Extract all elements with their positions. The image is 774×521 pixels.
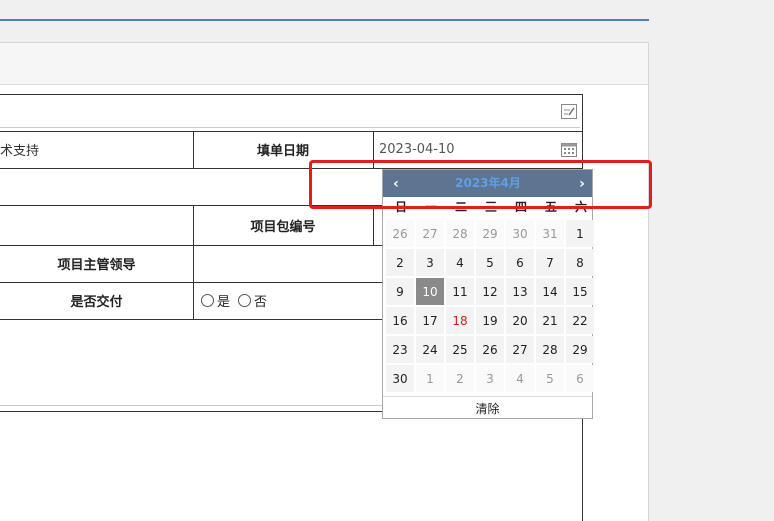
delivered-label: 是否交付 [70,295,123,310]
calendar-day[interactable]: 24 [416,336,444,363]
calendar-day[interactable]: 9 [386,278,414,305]
radio-no-label: 否 [254,295,268,310]
calendar-day[interactable]: 1 [566,220,594,247]
calendar-day[interactable]: 5 [536,365,564,392]
col-divider [373,205,374,245]
radio-yes-label: 是 [217,295,231,310]
clear-date-button[interactable]: 清除 [383,396,592,419]
leader-label: 项目主管领导 [57,258,136,273]
calendar-day[interactable]: 21 [536,307,564,334]
calendar-day[interactable]: 29 [476,220,504,247]
calendar-day-selected[interactable]: 10 [416,278,444,305]
top-accent-line [0,19,649,21]
highlight-annotation-box [309,160,652,209]
calendar-day[interactable]: 5 [476,249,504,276]
calendar-day[interactable]: 20 [506,307,534,334]
calendar-day[interactable]: 30 [506,220,534,247]
calendar-day[interactable]: 27 [506,336,534,363]
calendar-day[interactable]: 4 [446,249,474,276]
calendar-day[interactable]: 4 [506,365,534,392]
calendar-day[interactable]: 13 [506,278,534,305]
package-no-label: 项目包编号 [250,219,316,235]
radio-yes-option[interactable]: 是 [201,291,230,310]
calendar-day[interactable]: 6 [566,365,594,392]
panel-header [0,43,648,85]
calendar-day[interactable]: 8 [566,249,594,276]
calendar-day[interactable]: 26 [386,220,414,247]
calendar-day[interactable]: 18 [446,307,474,334]
calendar-day[interactable]: 6 [506,249,534,276]
support-type-value: 术支持 [0,144,40,159]
radio-yes-circle[interactable] [201,294,214,307]
calendar-day[interactable]: 16 [386,307,414,334]
calendar-day[interactable]: 23 [386,336,414,363]
calendar-day[interactable]: 22 [566,307,594,334]
calendar-day[interactable]: 26 [476,336,504,363]
calendar-day[interactable]: 15 [566,278,594,305]
calendar-day[interactable]: 3 [416,249,444,276]
calendar-day[interactable]: 7 [536,249,564,276]
calendar-day[interactable]: 25 [446,336,474,363]
calendar-icon[interactable] [561,142,577,157]
calendar-day[interactable]: 19 [476,307,504,334]
row-divider [0,127,580,128]
calendar-day[interactable]: 28 [446,220,474,247]
calendar-day[interactable]: 28 [536,336,564,363]
calendar-day[interactable]: 1 [416,365,444,392]
radio-no-option[interactable]: 否 [238,291,267,310]
calendar-day[interactable]: 14 [536,278,564,305]
calendar-day[interactable]: 27 [416,220,444,247]
calendar-day[interactable]: 2 [386,249,414,276]
calendar-day[interactable]: 12 [476,278,504,305]
calendar-day[interactable]: 31 [536,220,564,247]
row-divider [0,319,383,320]
delivered-radio-group: 是 否 [193,282,373,319]
calendar-day[interactable]: 30 [386,365,414,392]
calendar-day[interactable]: 3 [476,365,504,392]
calendar-day[interactable]: 17 [416,307,444,334]
note-edit-icon[interactable] [561,104,577,119]
radio-no-circle[interactable] [238,294,252,307]
calendar-day[interactable]: 2 [446,365,474,392]
calendar-day[interactable]: 29 [566,336,594,363]
calendar-day-grid: 26 27 28 29 30 31 1 2 3 4 5 6 7 8 9 10 1… [386,220,594,392]
calendar-day[interactable]: 11 [446,278,474,305]
